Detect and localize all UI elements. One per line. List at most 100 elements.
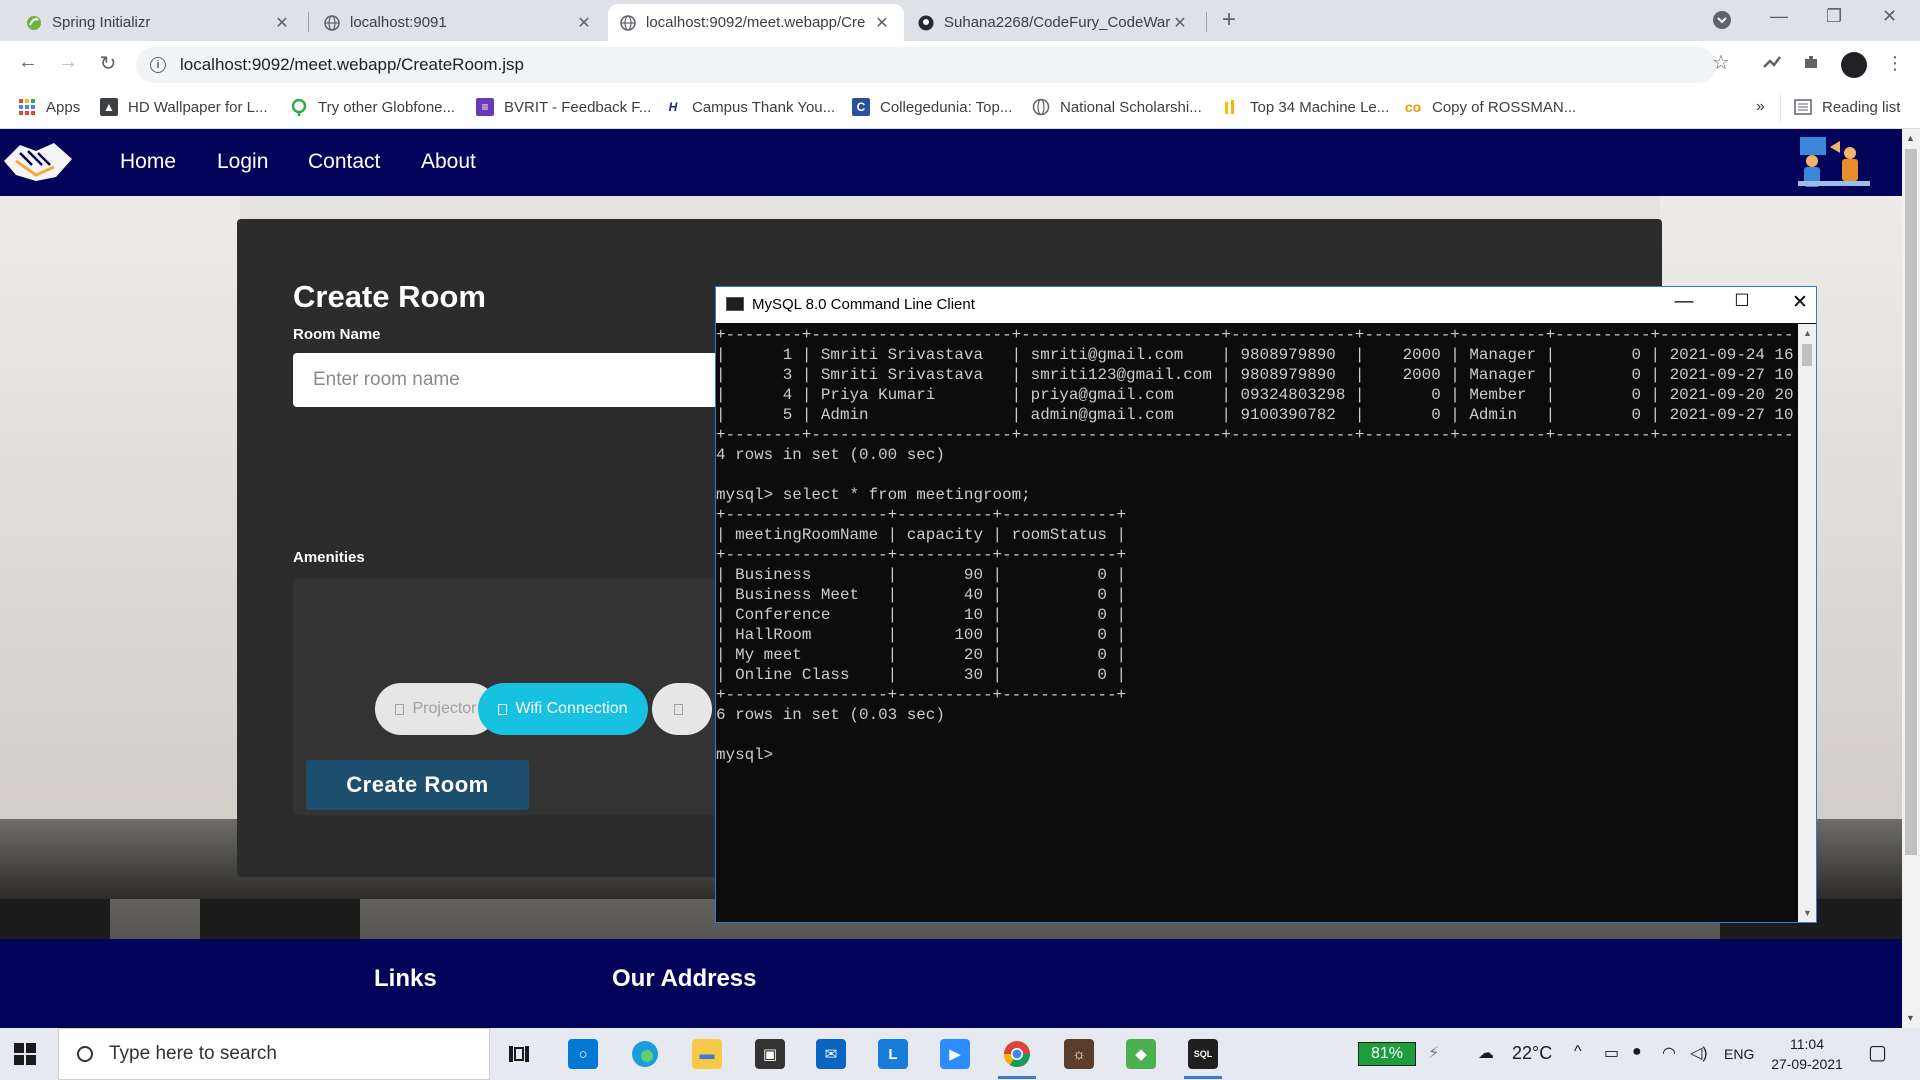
nav-login[interactable]: Login bbox=[217, 150, 268, 174]
windows-start-icon[interactable] bbox=[14, 1043, 36, 1065]
nav-contact[interactable]: Contact bbox=[308, 150, 380, 174]
mysql-workbench-icon[interactable]: ☼ bbox=[1064, 1039, 1094, 1069]
active-app-indicator bbox=[1184, 1076, 1222, 1079]
chrome-icon[interactable] bbox=[1002, 1039, 1032, 1069]
console-scrollbar[interactable]: ▲ ▼ bbox=[1798, 324, 1816, 922]
back-icon[interactable]: ← bbox=[14, 51, 42, 74]
mysql-console-window[interactable]: MySQL 8.0 Command Line Client — ☐ ✕ +---… bbox=[715, 286, 1817, 923]
console-line: +-----------------+----------+----------… bbox=[716, 686, 1127, 704]
console-line: | 1 | Smriti Srivastava | smriti@gmail.c… bbox=[716, 346, 1796, 364]
scroll-down-icon[interactable]: ▼ bbox=[1803, 908, 1812, 918]
extensions-icon[interactable] bbox=[1802, 53, 1820, 76]
amenity-label: Projector bbox=[412, 700, 477, 717]
bookmark-hd-wallpaper[interactable]: ▲ HD Wallpaper for L... bbox=[100, 98, 268, 116]
weather-icon[interactable]: ☁ bbox=[1478, 1043, 1494, 1063]
chevron-up-icon[interactable]: ^ bbox=[1574, 1043, 1582, 1061]
maximize-icon[interactable]: ☐ bbox=[1722, 291, 1762, 311]
close-icon[interactable]: ✕ bbox=[574, 13, 594, 33]
tab-label: localhost:9091 bbox=[350, 14, 447, 31]
zoom-icon[interactable]: ▶ bbox=[940, 1039, 970, 1069]
reading-list-button[interactable]: Reading list bbox=[1794, 98, 1900, 116]
l-app-icon[interactable]: L bbox=[878, 1039, 908, 1069]
scrollbar-thumb[interactable] bbox=[1802, 344, 1812, 366]
tab-search-icon[interactable] bbox=[1712, 10, 1732, 35]
amenity-chip-wifi[interactable]: Wifi Connection bbox=[478, 683, 648, 735]
bookmark-collegedunia[interactable]: C Collegedunia: Top... bbox=[852, 98, 1012, 116]
mail-icon[interactable]: ✉ bbox=[816, 1039, 846, 1069]
restore-icon[interactable]: ❐ bbox=[1826, 6, 1842, 27]
edge-icon[interactable] bbox=[630, 1039, 660, 1069]
clock-date: 27-09-2021 bbox=[1771, 1056, 1843, 1072]
bookmark-apps[interactable]: Apps bbox=[18, 98, 80, 116]
nav-home[interactable]: Home bbox=[120, 150, 176, 174]
scroll-up-icon[interactable]: ▲ bbox=[1803, 328, 1812, 338]
amenity-chip[interactable] bbox=[652, 683, 712, 735]
tab-separator bbox=[308, 12, 309, 32]
close-icon[interactable]: ✕ bbox=[1780, 291, 1820, 314]
volume-icon[interactable]: ◁) bbox=[1690, 1043, 1708, 1063]
search-icon bbox=[77, 1046, 93, 1062]
background-wall bbox=[0, 129, 240, 889]
bookmark-label: Top 34 Machine Le... bbox=[1250, 98, 1390, 116]
bookmark-national-scholarship[interactable]: National Scholarshi... bbox=[1032, 98, 1202, 116]
menu-kebab-icon[interactable]: ⋮ bbox=[1886, 53, 1904, 74]
language-indicator[interactable]: ENG bbox=[1724, 1046, 1754, 1062]
mysql-console-icon[interactable]: SQL bbox=[1188, 1039, 1218, 1069]
bookmark-label: Collegedunia: Top... bbox=[880, 98, 1013, 116]
tab-create-room[interactable]: localhost:9092/meet.webapp/Cre ✕ bbox=[608, 4, 904, 41]
handshake-logo-icon[interactable] bbox=[2, 131, 74, 189]
bookmark-globfone[interactable]: Try other Globfone... bbox=[290, 98, 455, 116]
tab-separator bbox=[1206, 12, 1207, 32]
minimize-icon[interactable]: — bbox=[1664, 291, 1704, 313]
profile-avatar[interactable] bbox=[1841, 52, 1867, 78]
reading-list-label: Reading list bbox=[1822, 98, 1901, 116]
apps-grid-icon bbox=[18, 98, 36, 116]
console-line: +-----------------+----------+----------… bbox=[716, 546, 1127, 564]
task-view-icon[interactable] bbox=[504, 1039, 534, 1069]
scroll-up-icon[interactable]: ▲ bbox=[1906, 133, 1915, 143]
clock[interactable]: 11:04 27-09-2021 bbox=[1762, 1034, 1852, 1074]
store-icon[interactable]: ▣ bbox=[755, 1039, 785, 1069]
tab-localhost-9091[interactable]: localhost:9091 ✕ bbox=[312, 4, 606, 41]
taskbar-search[interactable]: Type here to search bbox=[58, 1028, 490, 1080]
device-icon[interactable]: ▭ bbox=[1604, 1043, 1619, 1063]
site-info-icon[interactable]: i bbox=[150, 57, 166, 73]
cortana-icon[interactable]: ○ bbox=[568, 1039, 598, 1069]
console-titlebar[interactable]: MySQL 8.0 Command Line Client — ☐ ✕ bbox=[716, 287, 1816, 323]
forward-icon[interactable]: → bbox=[54, 51, 82, 74]
bookmark-label: National Scholarshi... bbox=[1060, 98, 1202, 116]
bookmark-rossman[interactable]: co Copy of ROSSMAN... bbox=[1404, 98, 1576, 116]
close-icon[interactable]: ✕ bbox=[1170, 13, 1190, 33]
console-output[interactable]: +--------+---------------------+--------… bbox=[716, 324, 1796, 922]
bookmark-campus-thank-you[interactable]: H Campus Thank You... bbox=[664, 98, 836, 116]
scrollbar-thumb[interactable] bbox=[1905, 149, 1917, 855]
co-icon: co bbox=[1404, 99, 1422, 115]
spring-tool-suite-icon[interactable]: ◆ bbox=[1126, 1039, 1156, 1069]
close-window-icon[interactable]: ✕ bbox=[1882, 6, 1897, 27]
battery-indicator[interactable]: 81% bbox=[1358, 1042, 1416, 1066]
microphone-icon[interactable]: ● bbox=[1632, 1043, 1642, 1061]
bookmarks-overflow[interactable]: » bbox=[1756, 98, 1765, 116]
new-tab-button[interactable]: + bbox=[1222, 8, 1236, 32]
file-explorer-icon[interactable]: ▬ bbox=[692, 1039, 722, 1069]
bookmark-star-icon[interactable]: ☆ bbox=[1712, 50, 1730, 75]
tab-github[interactable]: Suhana2268/CodeFury_CodeWar ✕ bbox=[906, 4, 1202, 41]
bookmark-top-34-ml[interactable]: Top 34 Machine Le... bbox=[1222, 98, 1389, 116]
spring-icon bbox=[26, 15, 42, 31]
reload-icon[interactable]: ↻ bbox=[94, 51, 122, 76]
close-icon[interactable]: ✕ bbox=[872, 13, 892, 33]
scroll-down-icon[interactable]: ▼ bbox=[1906, 1013, 1915, 1023]
nav-about[interactable]: About bbox=[421, 150, 476, 174]
tab-spring-initializr[interactable]: Spring Initializr ✕ bbox=[14, 4, 304, 41]
temperature-text[interactable]: 22°C bbox=[1512, 1043, 1552, 1064]
create-room-button[interactable]: Create Room bbox=[306, 760, 529, 810]
wifi-icon[interactable]: ◠ bbox=[1662, 1043, 1676, 1063]
media-icon[interactable] bbox=[1762, 53, 1782, 76]
page-scrollbar[interactable]: ▲ ▼ bbox=[1902, 129, 1920, 1028]
notifications-icon[interactable]: ▢ bbox=[1868, 1040, 1887, 1065]
address-bar[interactable]: i localhost:9092/meet.webapp/CreateRoom.… bbox=[136, 47, 1716, 83]
footer-links-heading: Links bbox=[374, 965, 437, 992]
bookmark-bvrit[interactable]: ≡ BVRIT - Feedback F... bbox=[476, 98, 651, 116]
close-icon[interactable]: ✕ bbox=[272, 13, 292, 33]
minimize-icon[interactable]: — bbox=[1770, 6, 1788, 27]
